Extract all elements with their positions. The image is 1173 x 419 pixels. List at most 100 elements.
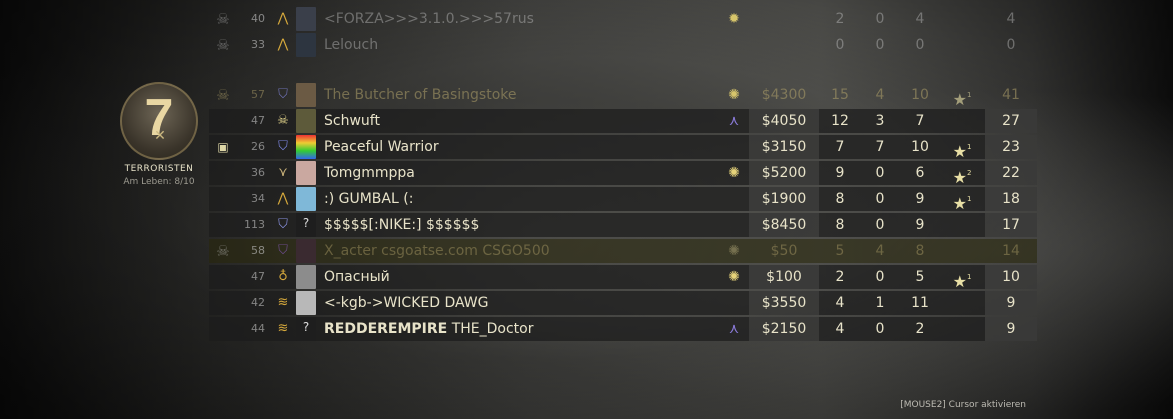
player-row[interactable]: ☠ 58 ⛉ X_acter csgoatse.com CSGO500 ✺ $5… — [209, 239, 1037, 263]
player-level: 44 — [251, 322, 265, 335]
player-name[interactable]: X_acter csgoatse.com CSGO500 — [324, 239, 714, 263]
player-level: 47 — [251, 270, 265, 283]
player-row[interactable]: 34 ⋀ :) GUMBAL (: $1900 8 0 9 ★1 18 — [209, 187, 1037, 213]
avatar[interactable] — [296, 83, 316, 107]
player-assists: 0 — [875, 165, 885, 181]
player-assists: 4 — [875, 87, 885, 103]
player-name[interactable]: The Butcher of Basingstoke — [324, 83, 714, 107]
player-assists: 0 — [875, 37, 885, 53]
service-medal-icon: ✺ — [728, 243, 740, 259]
player-kills: 9 — [835, 165, 845, 181]
player-money: $3150 — [761, 139, 807, 155]
player-row[interactable]: 47 ☠ Schwuft ⋏ $4050 12 3 7 27 — [209, 109, 1037, 133]
operation-coin-icon: ⋏ — [728, 113, 740, 129]
player-score: 10 — [1002, 269, 1020, 285]
player-level: 57 — [251, 88, 265, 101]
player-score: 9 — [1006, 321, 1016, 337]
player-deaths: 8 — [915, 243, 925, 259]
rank-chevron-icon: ⋀ — [277, 37, 289, 52]
player-money: $4050 — [761, 113, 807, 129]
bomb-carrier-icon: ▣ — [217, 140, 229, 154]
mvp-star: ★ — [952, 194, 967, 213]
player-row[interactable]: 44 ≋ ? REDDEREMPIRE THE_Doctor ⋏ $2150 4… — [209, 317, 1037, 341]
player-score: 27 — [1002, 113, 1020, 129]
player-money: $4300 — [761, 87, 807, 103]
skull-icon: ☠ — [216, 242, 230, 260]
player-row[interactable]: 42 ≋ <-kgb->WICKED DAWG $3550 4 1 11 9 — [209, 291, 1037, 315]
player-level: 113 — [244, 218, 265, 231]
player-level: 36 — [251, 166, 265, 179]
player-deaths: 2 — [915, 321, 925, 337]
player-assists: 7 — [875, 139, 885, 155]
player-deaths: 10 — [911, 139, 929, 155]
mvp-count: 1 — [966, 273, 972, 281]
avatar[interactable]: ? — [296, 317, 316, 341]
rank-chevron-icon: ≋ — [277, 321, 289, 336]
mvp-count: 2 — [966, 169, 972, 177]
mvp-star-icon: ★2 — [940, 161, 984, 187]
player-kills: 4 — [835, 321, 845, 337]
player-name[interactable]: :) GUMBAL (: — [324, 187, 714, 211]
player-deaths: 5 — [915, 269, 925, 285]
player-money: $50 — [770, 243, 798, 259]
mvp-count: 1 — [966, 143, 972, 151]
player-level: 58 — [251, 244, 265, 257]
avatar[interactable] — [296, 239, 316, 263]
player-money: $8450 — [761, 217, 807, 233]
player-level: 33 — [251, 38, 265, 51]
mvp-star: ★ — [952, 142, 967, 161]
shield-rank-icon: ⛉ — [278, 139, 288, 154]
mvp-count: 1 — [966, 91, 972, 99]
skull-crossbones-rank-icon: ☠ — [277, 113, 289, 128]
player-name[interactable]: REDDEREMPIRE THE_Doctor — [324, 317, 714, 341]
team-alive-count: Am Leben: 8/10 — [123, 177, 195, 187]
player-kills: 12 — [831, 113, 849, 129]
eagle-rank-icon: ⋎ — [278, 165, 288, 180]
mvp-star: ★ — [952, 272, 967, 291]
player-name[interactable]: $$$$$[:NIKE:] $$$$$$ — [324, 213, 714, 237]
player-score: 22 — [1002, 165, 1020, 181]
player-deaths: 9 — [915, 217, 925, 233]
avatar[interactable] — [296, 7, 316, 31]
player-deaths: 10 — [911, 87, 929, 103]
shield-rank-icon: ⛉ — [278, 243, 288, 258]
player-name[interactable]: Lelouch — [324, 33, 714, 57]
avatar[interactable] — [296, 265, 316, 289]
player-score: 14 — [1002, 243, 1020, 259]
player-row[interactable]: 36 ⋎ Tomgmmppa ✺ $5200 9 0 6 ★2 22 — [209, 161, 1037, 187]
team-name: TERRORISTEN — [124, 164, 194, 174]
avatar[interactable] — [296, 187, 316, 211]
skull-icon: ☠ — [216, 86, 230, 104]
player-name[interactable]: <FORZA>>>3.1.0.>>>57rus — [324, 7, 714, 31]
player-assists: 1 — [875, 295, 885, 311]
avatar[interactable] — [296, 291, 316, 315]
avatar[interactable] — [296, 109, 316, 133]
player-row[interactable]: ▣ 26 ⛉ Peaceful Warrior $3150 7 7 10 ★1 … — [209, 135, 1037, 161]
service-medal-icon: ✺ — [728, 165, 740, 181]
player-score: 0 — [1006, 37, 1016, 53]
player-name[interactable]: Tomgmmppa — [324, 161, 714, 185]
player-money: $100 — [766, 269, 802, 285]
player-name[interactable]: Опасный — [324, 265, 714, 289]
player-kills: 8 — [835, 191, 845, 207]
player-kills: 0 — [835, 37, 845, 53]
player-row[interactable]: 47 ♁ Опасный ✺ $100 2 0 5 ★1 10 — [209, 265, 1037, 291]
player-kills: 8 — [835, 217, 845, 233]
avatar[interactable] — [296, 135, 316, 159]
avatar[interactable] — [296, 161, 316, 185]
avatar[interactable]: ? — [296, 213, 316, 237]
player-score: 17 — [1002, 217, 1020, 233]
avatar[interactable] — [296, 33, 316, 57]
player-name[interactable]: Schwuft — [324, 109, 714, 133]
rank-chevron-icon: ⋀ — [277, 191, 289, 206]
player-row[interactable]: 113 ⛉ ? $$$$$[:NIKE:] $$$$$$ $8450 8 0 9… — [209, 213, 1037, 237]
player-kills: 5 — [835, 243, 845, 259]
player-row[interactable]: ☠ 57 ⛉ The Butcher of Basingstoke ✺ $430… — [209, 83, 1037, 109]
player-name[interactable]: <-kgb->WICKED DAWG — [324, 291, 714, 315]
player-kills: 2 — [835, 269, 845, 285]
player-row[interactable]: ☠ 40 ⋀ <FORZA>>>3.1.0.>>>57rus ✹ 2 0 4 4 — [209, 7, 1037, 31]
player-name[interactable]: Peaceful Warrior — [324, 135, 714, 159]
player-deaths: 4 — [915, 11, 925, 27]
player-score: 18 — [1002, 191, 1020, 207]
player-row[interactable]: ☠ 33 ⋀ Lelouch 0 0 0 0 — [209, 33, 1037, 57]
